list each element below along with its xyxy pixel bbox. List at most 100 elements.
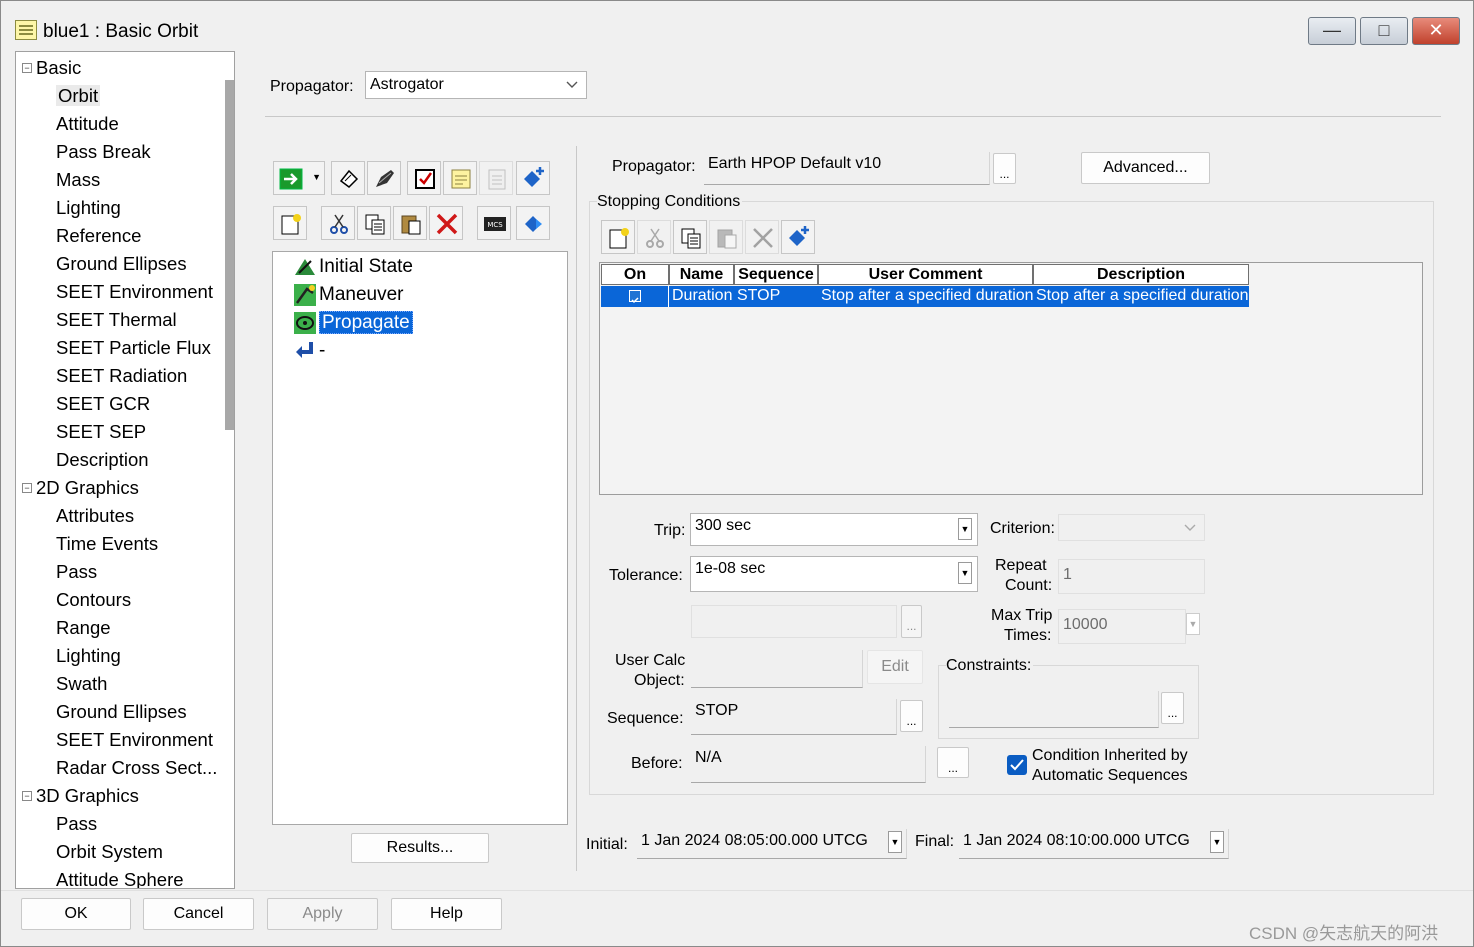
column-header-name[interactable]: Name — [669, 264, 734, 285]
tree-item[interactable]: SEET SEP — [56, 420, 146, 444]
tree-item[interactable]: Pass — [56, 560, 97, 584]
ok-button[interactable]: OK — [21, 898, 131, 930]
propagator-select[interactable]: Astrogator — [365, 71, 587, 99]
row-description-cell[interactable]: Stop after a specified duration — [1033, 286, 1249, 307]
tree-item[interactable]: SEET Environment — [56, 280, 213, 304]
mcs-item-initial-state[interactable]: Initial State — [293, 254, 413, 280]
paste-condition-button[interactable] — [709, 220, 743, 254]
tree-item[interactable]: Attributes — [56, 504, 134, 528]
trip-units-button[interactable]: ▼ — [958, 518, 972, 540]
target-button[interactable] — [331, 161, 365, 195]
pencil-button[interactable] — [367, 161, 401, 195]
tree-item[interactable]: Description — [56, 448, 149, 472]
tree-scrollbar[interactable] — [222, 52, 234, 888]
cut-condition-button[interactable] — [637, 220, 671, 254]
tree-item[interactable]: Contours — [56, 588, 131, 612]
condition-inherited-checkbox[interactable] — [1007, 755, 1027, 775]
row-on-cell[interactable] — [601, 286, 669, 307]
apply-button[interactable]: Apply — [267, 898, 378, 930]
collapse-icon[interactable]: − — [22, 791, 32, 801]
tolerance-input[interactable]: 1e-08 sec — [690, 556, 978, 592]
tree-group[interactable]: −3D Graphics — [22, 784, 139, 808]
before-browse-button[interactable]: ... — [937, 747, 969, 778]
close-button[interactable]: ✕ — [1412, 17, 1460, 45]
tree-item[interactable]: Lighting — [56, 196, 121, 220]
mcs-item-return[interactable]: - — [293, 338, 325, 364]
tree-item[interactable]: SEET Environment — [56, 728, 213, 752]
notes-button[interactable] — [443, 161, 477, 195]
paste-button[interactable] — [393, 206, 427, 240]
tree-item[interactable]: Reference — [56, 224, 141, 248]
row-sequence-cell[interactable]: STOP — [734, 286, 818, 307]
tree-item[interactable]: Range — [56, 616, 111, 640]
column-header-description[interactable]: Description — [1033, 264, 1249, 285]
blank-browse-button[interactable]: ... — [901, 605, 922, 638]
help-button[interactable]: Help — [391, 898, 502, 930]
mcs-button[interactable]: MCS — [477, 206, 511, 240]
repeat-count-input[interactable]: 1 — [1058, 559, 1205, 594]
tree-item[interactable]: Orbit — [56, 84, 101, 108]
add-condition-button[interactable] — [781, 220, 815, 254]
tree-item[interactable]: Attitude Sphere — [56, 868, 184, 888]
sequence-button[interactable] — [516, 206, 550, 240]
propagator-browse-button[interactable]: ... — [993, 153, 1016, 184]
tree-group-label: Basic — [36, 57, 82, 78]
sequence-browse-button[interactable]: ... — [900, 700, 923, 732]
mcs-item-propagate[interactable]: Propagate — [293, 310, 413, 336]
copy-condition-button[interactable] — [673, 220, 707, 254]
tree-group[interactable]: −2D Graphics — [22, 476, 139, 500]
final-time-units-button[interactable]: ▼ — [1210, 831, 1224, 853]
tree-item[interactable]: Orbit System — [56, 840, 163, 864]
tree-item[interactable]: Swath — [56, 672, 107, 696]
criterion-select[interactable] — [1058, 514, 1205, 541]
cancel-button[interactable]: Cancel — [143, 898, 254, 930]
max-trip-spin-button[interactable]: ▼ — [1186, 613, 1200, 635]
results-button[interactable]: Results... — [351, 833, 489, 863]
tree-item[interactable]: Ground Ellipses — [56, 252, 187, 276]
tree-item[interactable]: Attitude — [56, 112, 119, 136]
mcs-item-maneuver[interactable]: Maneuver — [293, 282, 404, 308]
tree-item[interactable]: Pass Break — [56, 140, 151, 164]
tree-item[interactable]: SEET GCR — [56, 392, 150, 416]
edit-button[interactable]: Edit — [867, 650, 923, 684]
copy-button[interactable] — [357, 206, 391, 240]
delete-condition-button[interactable] — [745, 220, 779, 254]
clipboard-button[interactable] — [479, 161, 513, 195]
tree-item-label: SEET GCR — [56, 393, 151, 414]
tree-item[interactable]: SEET Particle Flux — [56, 336, 211, 360]
run-button[interactable]: ▼ — [273, 161, 325, 195]
trip-input[interactable]: 300 sec — [690, 513, 978, 546]
cut-button[interactable] — [321, 206, 355, 240]
tolerance-units-button[interactable]: ▼ — [958, 562, 972, 584]
advanced-button[interactable]: Advanced... — [1081, 152, 1210, 184]
delete-button[interactable] — [429, 206, 463, 240]
new-condition-button[interactable] — [601, 220, 635, 254]
tree-item[interactable]: SEET Radiation — [56, 364, 187, 388]
max-trip-input[interactable]: 10000 — [1058, 609, 1186, 644]
insert-segment-button[interactable] — [516, 161, 550, 195]
row-user-comment-cell[interactable]: Stop after a specified duration — [818, 286, 1034, 307]
tree-item[interactable]: Lighting — [56, 644, 121, 668]
column-header-user-comment[interactable]: User Comment — [818, 264, 1033, 285]
initial-time-units-button[interactable]: ▼ — [888, 831, 902, 853]
row-name-cell[interactable]: Duration — [669, 286, 734, 307]
tree-item[interactable]: Time Events — [56, 532, 158, 556]
tree-item[interactable]: SEET Thermal — [56, 308, 177, 332]
tree-item[interactable]: Mass — [56, 168, 100, 192]
on-checkbox[interactable] — [629, 290, 641, 304]
column-header-sequence[interactable]: Sequence — [734, 264, 818, 285]
checkbox-button[interactable] — [407, 161, 441, 195]
tree-item[interactable]: Radar Cross Sect... — [56, 756, 217, 780]
minimize-button[interactable]: — — [1308, 17, 1356, 45]
tree-item[interactable]: Pass — [56, 812, 97, 836]
constraints-browse-button[interactable]: ... — [1161, 692, 1184, 724]
new-button[interactable] — [273, 206, 307, 240]
column-header-on[interactable]: On — [601, 264, 669, 285]
tree-group[interactable]: − Basic — [22, 56, 82, 80]
collapse-icon[interactable]: − — [22, 63, 32, 73]
maximize-button[interactable]: □ — [1360, 17, 1408, 45]
tree-item[interactable]: Ground Ellipses — [56, 700, 187, 724]
user-calc-label-2: Object: — [634, 672, 685, 689]
collapse-icon[interactable]: − — [22, 483, 32, 493]
tree-scroll-thumb[interactable] — [225, 80, 234, 430]
